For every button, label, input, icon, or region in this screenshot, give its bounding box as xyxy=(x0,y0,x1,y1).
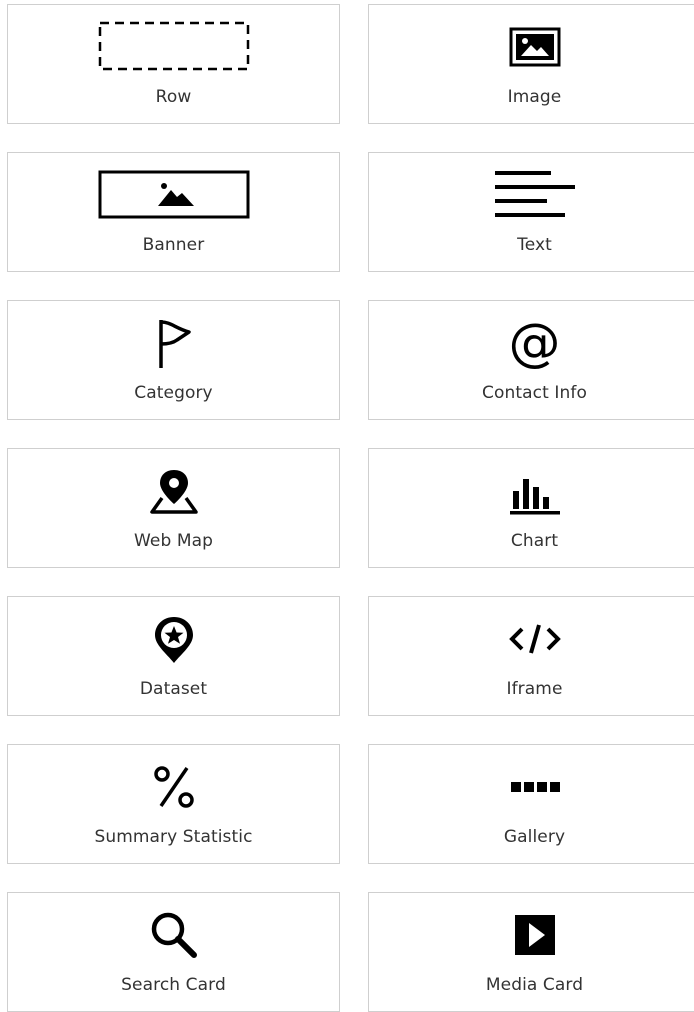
search-icon xyxy=(8,903,339,967)
percent-icon xyxy=(8,755,339,819)
card-label: Contact Info xyxy=(482,383,587,403)
card-search-card[interactable]: Search Card xyxy=(7,892,340,1012)
card-label: Image xyxy=(507,87,562,107)
card-banner[interactable]: Banner xyxy=(7,152,340,272)
map-pin-icon xyxy=(8,459,339,523)
card-label: Dataset xyxy=(139,679,208,699)
card-label: Web Map xyxy=(133,531,214,551)
card-gallery[interactable]: Gallery xyxy=(368,744,694,864)
bar-chart-icon xyxy=(369,459,694,523)
card-web-map[interactable]: Web Map xyxy=(7,448,340,568)
card-media-card[interactable]: Media Card xyxy=(368,892,694,1012)
image-icon xyxy=(369,15,694,79)
card-summary-statistic[interactable]: Summary Statistic xyxy=(7,744,340,864)
card-image[interactable]: Image xyxy=(368,4,694,124)
card-label: Summary Statistic xyxy=(94,827,253,847)
play-icon xyxy=(369,903,694,967)
banner-icon xyxy=(8,163,339,227)
card-contact-info[interactable]: @ Contact Info xyxy=(368,300,694,420)
flag-icon xyxy=(8,311,339,375)
card-category[interactable]: Category xyxy=(7,300,340,420)
card-label: Row xyxy=(155,87,192,107)
card-label: Gallery xyxy=(503,827,566,847)
card-label: Media Card xyxy=(485,975,584,995)
card-iframe[interactable]: Iframe xyxy=(368,596,694,716)
star-pin-icon xyxy=(8,607,339,671)
code-icon xyxy=(369,607,694,671)
card-label: Text xyxy=(517,235,552,255)
card-dataset[interactable]: Dataset xyxy=(7,596,340,716)
row-icon xyxy=(8,15,339,79)
card-label: Banner xyxy=(142,235,205,255)
card-label: Iframe xyxy=(506,679,563,699)
card-text[interactable]: Text xyxy=(368,152,694,272)
card-label: Category xyxy=(134,383,213,403)
card-label: Chart xyxy=(510,531,559,551)
card-chart[interactable]: Chart xyxy=(368,448,694,568)
dots-icon xyxy=(369,755,694,819)
card-label: Search Card xyxy=(121,975,226,995)
text-lines-icon xyxy=(369,163,694,227)
card-row[interactable]: Row xyxy=(7,4,340,124)
at-sign-icon: @ xyxy=(508,313,561,373)
